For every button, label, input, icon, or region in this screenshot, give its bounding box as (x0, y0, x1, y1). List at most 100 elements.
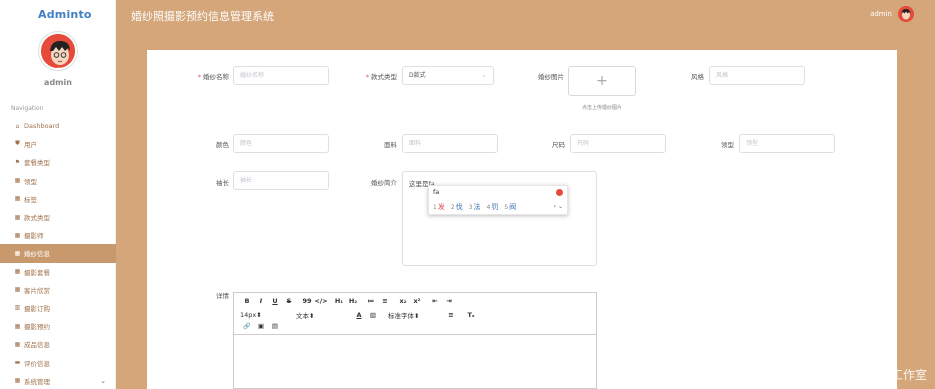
video-icon[interactable]: ▤ (268, 322, 282, 330)
bullet-list-button[interactable]: ≡ (378, 297, 392, 305)
code-button[interactable]: </> (314, 297, 328, 305)
candidate-text: 阀 (509, 203, 517, 211)
sidebar-item-label: 摄影预约 (24, 323, 50, 332)
candidate-number: 1 (433, 204, 437, 211)
bold-button[interactable]: B (240, 297, 254, 305)
sidebar-item-label: 婚纱信息 (24, 250, 50, 259)
candidate-number: 5 (504, 204, 509, 211)
indent-button[interactable]: ⇥ (442, 297, 456, 305)
ime-candidate[interactable]: 2伐 (451, 202, 463, 212)
outdent-button[interactable]: ⇤ (428, 297, 442, 305)
toolbar-row-1: B I U S 99 </> H₁ H₂ ≔ ≡ x₂ x² ⇤ ⇥ (240, 297, 456, 305)
sidebar-item-label: 摄影师 (24, 232, 44, 241)
collar-label: 领型 (721, 141, 734, 149)
candidate-text: 伐 (455, 203, 463, 211)
watermark: CSDN @计算机毕设工作室 (780, 368, 927, 382)
sidebar-item-label: 用户 (24, 141, 37, 150)
ime-candidate[interactable]: 4罚 (486, 202, 498, 212)
sidebar-item-label: 摄影套餐 (24, 268, 50, 277)
sidebar-item-user[interactable]: ⛊ 用户 (0, 135, 116, 153)
candidate-number: 3 (468, 204, 473, 211)
image-upload-hint: 点击上传婚纱图片 (581, 105, 622, 111)
align-button[interactable]: ≡ (444, 311, 458, 319)
sidebar: Adminto admin Navigation ⌂ Dashboard ⛊ 用户 … (0, 0, 116, 389)
superscript-button[interactable]: x² (410, 297, 424, 305)
font-size-select[interactable]: 14px⬍ (240, 311, 284, 319)
candidate-number: 2 (450, 204, 455, 211)
link-icon[interactable]: 🔗 (240, 323, 254, 330)
sidebar-item-label: 标签 (24, 195, 37, 204)
image-upload[interactable]: + (568, 66, 636, 96)
quote-button[interactable]: 99 (300, 297, 314, 305)
size-input[interactable]: 尺码 (570, 134, 666, 153)
clear-format-button[interactable]: Tₓ (464, 311, 478, 319)
sidebar-item-label: 评价信息 (24, 359, 50, 368)
italic-button[interactable]: I (254, 297, 268, 305)
sidebar-item-system[interactable]: ▦ 系统管理 ⌄ (0, 372, 116, 389)
plus-icon: + (596, 73, 608, 89)
name-input[interactable]: 婚纱名称 (233, 66, 329, 85)
ordered-list-button[interactable]: ≔ (364, 297, 378, 305)
header-username[interactable]: admin (870, 10, 892, 18)
ime-composition: fa (433, 188, 440, 196)
sidebar-item-photographer[interactable]: ▦ 摄影师 (0, 226, 116, 244)
sidebar-item-gallery[interactable]: ▦ 客片欣赏 (0, 281, 116, 299)
sidebar-item-package-type[interactable]: ⚑ 套餐类型 (0, 153, 116, 171)
sidebar-item-tags[interactable]: ▦ 标签 (0, 190, 116, 208)
ime-candidate[interactable]: 5阀 (504, 202, 516, 212)
font-family-value: 标准字体 (388, 312, 414, 320)
sidebar-item-products[interactable]: ▦ 成品信息 (0, 335, 116, 353)
name-label: * 婚纱名称 (169, 71, 229, 81)
ime-page-nav[interactable]: › ⌄ (554, 203, 563, 210)
detail-editor[interactable]: B I U S 99 </> H₁ H₂ ≔ ≡ x₂ x² ⇤ ⇥ 14px⬍… (233, 292, 597, 389)
fabric-input[interactable]: 面料 (402, 134, 498, 153)
home-icon: ⌂ (15, 122, 20, 130)
image-icon[interactable]: ▣ (254, 322, 268, 330)
ime-candidate[interactable]: 1发 (433, 202, 445, 212)
sidebar-item-booking[interactable]: ▦ 摄影预约 (0, 317, 116, 335)
strike-button[interactable]: S (282, 297, 296, 305)
candidate-text: 发 (437, 203, 445, 211)
sidebar-avatar[interactable] (39, 32, 77, 70)
underline-button[interactable]: U (268, 297, 282, 305)
sidebar-item-label: 客片欣赏 (24, 286, 50, 295)
subscript-button[interactable]: x₂ (396, 297, 410, 305)
style-label: 风格 (691, 73, 704, 81)
editor-toolbar: B I U S 99 </> H₁ H₂ ≔ ≡ x₂ x² ⇤ ⇥ 14px⬍… (234, 293, 596, 335)
grid-icon: ▦ (14, 177, 21, 185)
sidebar-item-style-type[interactable]: ▦ 款式类型 (0, 208, 116, 226)
candidate-text: 罚 (491, 203, 499, 211)
sidebar-item-orders[interactable]: ▥ 摄影订购 (0, 299, 116, 317)
background-color-button[interactable]: ▧ (366, 311, 380, 319)
text-style-select[interactable]: 文本⬍ (296, 310, 340, 320)
sidebar-item-label: 套餐类型 (24, 159, 50, 168)
font-family-select[interactable]: 标准字体⬍ (388, 310, 436, 320)
sidebar-item-label: 领型 (24, 177, 37, 186)
ime-candidate[interactable]: 3法 (469, 202, 481, 212)
grid-icon: ▦ (14, 249, 21, 257)
sidebar-item-reviews[interactable]: ▬ 评价信息 (0, 353, 116, 371)
grid-icon: ▦ (14, 268, 21, 276)
font-color-button[interactable]: A (352, 311, 366, 319)
sidebar-item-dress-info[interactable]: ▦ 婚纱信息 (0, 244, 116, 263)
collar-input[interactable]: 领型 (739, 134, 835, 153)
h2-button[interactable]: H₂ (346, 297, 360, 305)
style-type-select[interactable]: D款式 ⌄ (402, 66, 494, 85)
dress-form-card: * 婚纱名称 婚纱名称 * 款式类型 D款式 ⌄ 婚纱图片 + 点击上传婚纱图片 风格… (147, 50, 897, 389)
sidebar-item-photo-package[interactable]: ▦ 摄影套餐 (0, 263, 116, 281)
grid-icon: ▦ (14, 231, 21, 239)
sleeve-input[interactable]: 袖长 (233, 171, 329, 190)
sidebar-item-collar[interactable]: ▦ 领型 (0, 172, 116, 190)
grid-icon: ▦ (14, 322, 21, 330)
header-avatar[interactable] (898, 6, 914, 22)
updown-icon: ⬍ (414, 312, 420, 320)
style-input[interactable]: 风格 (709, 66, 805, 85)
chevron-down-icon: ⌄ (481, 71, 487, 79)
sidebar-item-dashboard[interactable]: ⌂ Dashboard (0, 117, 116, 135)
top-header: 婚纱照摄影预约信息管理系统 admin (116, 0, 935, 32)
intro-label: 婚纱简介 (371, 179, 397, 187)
color-input[interactable]: 颜色 (233, 134, 329, 153)
h1-button[interactable]: H₁ (332, 297, 346, 305)
app-logo[interactable]: Adminto (38, 8, 92, 21)
ime-candidate-popup: fa 1发 2伐 3法 4罚 5阀 › ⌄ (428, 185, 568, 215)
